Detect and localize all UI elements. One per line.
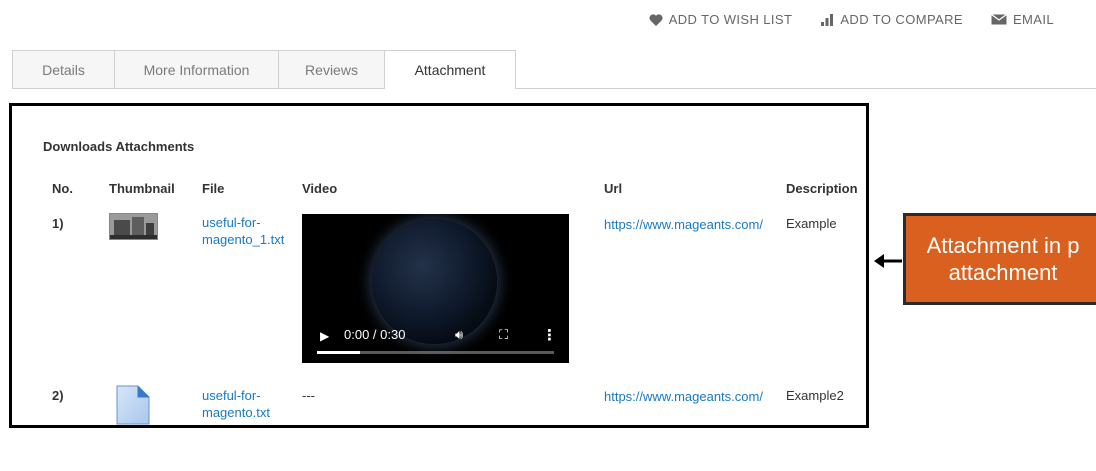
volume-icon[interactable]: 🔊︎	[455, 327, 463, 343]
compare-bars-icon	[820, 13, 834, 26]
attachment-url-link[interactable]: https://www.mageants.com/	[604, 216, 763, 233]
no-video-placeholder: ---	[302, 388, 315, 403]
add-to-wishlist-link[interactable]: ADD TO WISH LIST	[649, 12, 793, 27]
video-progress-bar[interactable]	[317, 351, 554, 354]
video-progress-fill	[317, 351, 360, 354]
callout-line: attachment	[948, 260, 1058, 285]
column-header-file: File	[202, 181, 225, 196]
fullscreen-icon[interactable]: ⛶	[499, 327, 508, 343]
compare-label: ADD TO COMPARE	[840, 12, 963, 27]
column-header-thumbnail: Thumbnail	[109, 181, 175, 196]
annotation-callout: Attachment in p attachment	[903, 213, 1096, 305]
product-social-actions: ADD TO WISH LIST ADD TO COMPARE EMAIL	[649, 12, 1054, 27]
video-controls: ▶ 0:00 / 0:30 🔊︎ ⛶ ⋮	[302, 323, 569, 363]
product-info-tabs: Details More Information Reviews Attachm…	[12, 50, 1096, 89]
column-header-no: No.	[52, 181, 73, 196]
envelope-icon	[991, 14, 1007, 25]
row-number: 1)	[52, 216, 64, 231]
heart-icon	[649, 13, 663, 26]
callout-line: Attachment in p	[926, 233, 1080, 258]
column-header-url: Url	[604, 181, 623, 196]
attachment-file-link[interactable]: useful-for- magento_1.txt	[202, 214, 284, 248]
tab-details[interactable]: Details	[12, 50, 115, 88]
tab-attachment[interactable]: Attachment	[384, 50, 516, 89]
file-name-line: magento_1.txt	[202, 232, 285, 247]
tab-reviews[interactable]: Reviews	[278, 50, 385, 88]
attachment-file-link[interactable]: useful-for- magento.txt	[202, 387, 270, 421]
attachment-description: Example2	[786, 388, 844, 403]
more-options-icon[interactable]: ⋮	[542, 326, 557, 344]
document-file-icon[interactable]	[116, 385, 150, 430]
add-to-compare-link[interactable]: ADD TO COMPARE	[820, 12, 963, 27]
row-number: 2)	[52, 388, 64, 403]
attachment-url-link[interactable]: https://www.mageants.com/	[604, 388, 763, 405]
video-player[interactable]: ▶ 0:00 / 0:30 🔊︎ ⛶ ⋮	[302, 214, 569, 363]
attachments-panel: Downloads Attachments No. Thumbnail File…	[9, 103, 869, 428]
file-name-line: magento.txt	[202, 405, 270, 420]
column-header-description: Description	[786, 181, 858, 196]
building-photo-thumbnail-icon[interactable]	[109, 213, 158, 240]
email-label: EMAIL	[1012, 12, 1054, 27]
email-link[interactable]: EMAIL	[991, 12, 1054, 27]
file-name-line: useful-for-	[202, 388, 261, 403]
play-icon[interactable]: ▶	[320, 329, 329, 343]
wishlist-label: ADD TO WISH LIST	[668, 12, 793, 27]
tab-more-information[interactable]: More Information	[114, 50, 279, 88]
video-time: 0:00 / 0:30	[344, 327, 406, 342]
downloads-attachments-title: Downloads Attachments	[43, 139, 195, 154]
attachment-description: Example	[786, 216, 837, 231]
column-header-video: Video	[302, 181, 338, 196]
pointer-arrow-icon	[873, 252, 903, 275]
file-name-line: useful-for-	[202, 215, 261, 230]
